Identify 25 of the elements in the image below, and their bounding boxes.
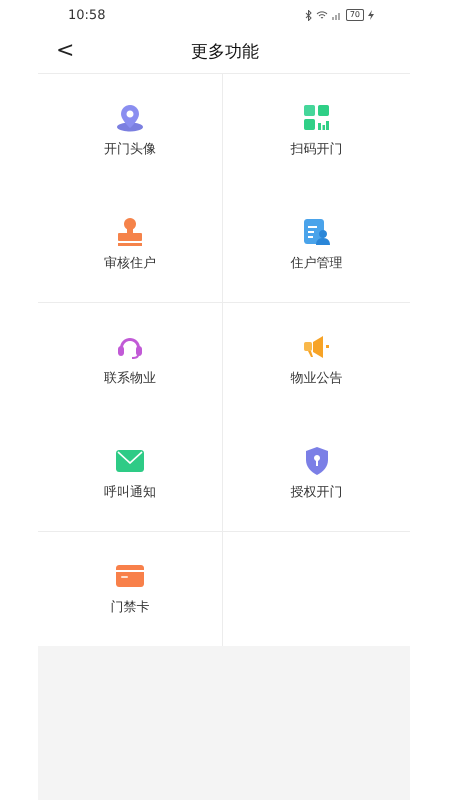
feature-label: 开门头像 bbox=[104, 141, 156, 158]
status-time: 10:58 bbox=[68, 8, 106, 22]
feature-label: 扫码开门 bbox=[290, 141, 342, 158]
feature-label: 联系物业 bbox=[104, 370, 156, 387]
feature-label: 门禁卡 bbox=[110, 599, 150, 616]
keyhole-shield-icon bbox=[304, 447, 328, 475]
feature-label: 住户管理 bbox=[290, 255, 342, 272]
qr-grid-icon bbox=[304, 105, 330, 131]
feature-label: 呼叫通知 bbox=[104, 484, 156, 501]
resident-list-icon bbox=[304, 219, 330, 245]
megaphone-icon bbox=[302, 335, 330, 359]
feature-label: 授权开门 bbox=[290, 484, 342, 501]
envelope-icon bbox=[116, 450, 144, 472]
back-button[interactable]: < bbox=[52, 38, 78, 63]
charging-icon bbox=[368, 10, 374, 20]
signal-icon bbox=[332, 10, 342, 20]
feature-label: 审核住户 bbox=[104, 255, 156, 272]
page-title: 更多功能 bbox=[191, 41, 259, 63]
bluetooth-icon bbox=[304, 10, 312, 20]
card-icon bbox=[116, 565, 144, 587]
wifi-icon bbox=[316, 10, 328, 20]
stamp-icon bbox=[117, 218, 143, 246]
battery-level: 70 bbox=[346, 9, 364, 21]
feature-label: 物业公告 bbox=[290, 370, 342, 387]
location-pin-icon bbox=[115, 104, 145, 132]
